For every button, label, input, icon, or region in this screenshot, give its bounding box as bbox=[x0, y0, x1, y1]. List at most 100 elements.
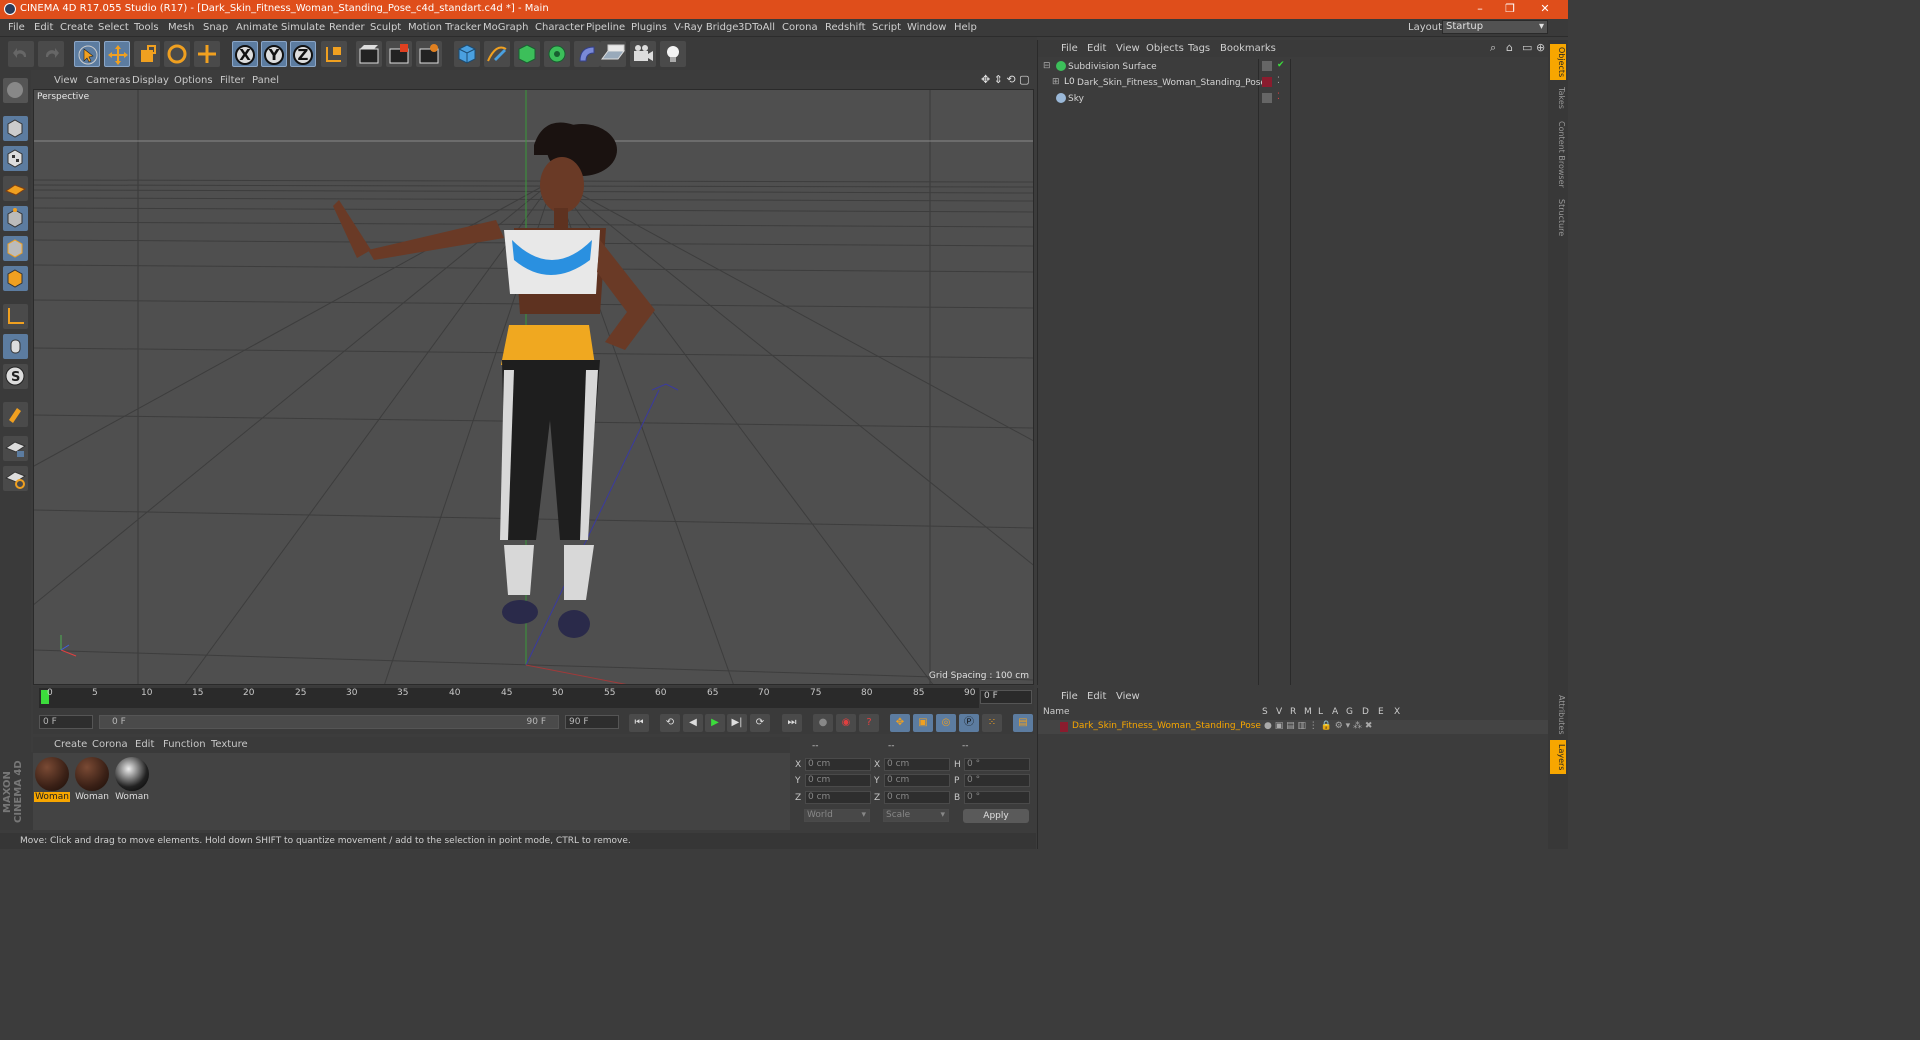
size-z-field[interactable]: 0 cm bbox=[884, 791, 950, 804]
render-settings-icon[interactable] bbox=[416, 41, 442, 67]
object-row[interactable]: ⊞ L0 Dark_Skin_Fitness_Woman_Standing_Po… bbox=[1041, 76, 1548, 92]
restore-button[interactable]: ❐ bbox=[1495, 2, 1525, 16]
menu-select[interactable]: Select bbox=[98, 22, 129, 33]
material-menu-edit[interactable]: Edit bbox=[135, 739, 154, 750]
tab-content-browser[interactable]: Content Browser bbox=[1550, 118, 1566, 190]
size-x-field[interactable]: 0 cm bbox=[884, 758, 950, 771]
home-icon[interactable]: ⌂ bbox=[1506, 41, 1513, 54]
menu-snap[interactable]: Snap bbox=[203, 22, 228, 33]
next-frame-icon[interactable]: ▶| bbox=[727, 714, 747, 732]
search-icon[interactable]: ⌕ bbox=[1490, 41, 1496, 55]
objects-menu-objects[interactable]: Objects bbox=[1146, 43, 1184, 54]
tab-structure[interactable]: Structure bbox=[1550, 196, 1566, 240]
layers-menu-file[interactable]: File bbox=[1061, 691, 1078, 702]
menu-animate[interactable]: Animate bbox=[236, 22, 278, 33]
rotate-tool-icon[interactable] bbox=[164, 41, 190, 67]
goto-start-icon[interactable]: ⏮ bbox=[629, 714, 649, 732]
menu-mesh[interactable]: Mesh bbox=[168, 22, 194, 33]
size-mode-select[interactable]: Scale ▾ bbox=[883, 809, 949, 822]
goto-end-icon[interactable]: ⏭ bbox=[782, 714, 802, 732]
axis-mode-icon[interactable] bbox=[3, 304, 28, 329]
tweak-mode-icon[interactable] bbox=[3, 334, 28, 359]
objects-menu-view[interactable]: View bbox=[1116, 43, 1140, 54]
material-swatch[interactable]: Woman bbox=[74, 756, 110, 804]
x-axis-lock-button[interactable]: X bbox=[232, 41, 258, 67]
enabled-check-icon[interactable]: ✔ bbox=[1277, 60, 1285, 70]
y-axis-lock-button[interactable]: Y bbox=[261, 41, 287, 67]
menu-sculpt[interactable]: Sculpt bbox=[370, 22, 401, 33]
objects-menu-tags[interactable]: Tags bbox=[1188, 43, 1210, 54]
key-rotation-icon[interactable]: ◎ bbox=[936, 714, 956, 732]
tab-layers[interactable]: Layers bbox=[1550, 740, 1566, 774]
magnet-icon[interactable] bbox=[3, 402, 28, 427]
position-z-field[interactable]: 0 cm bbox=[805, 791, 871, 804]
play-icon[interactable]: ▶ bbox=[705, 714, 725, 732]
objects-menu-file[interactable]: File bbox=[1061, 43, 1078, 54]
menu-script[interactable]: Script bbox=[872, 22, 901, 33]
spline-pen-icon[interactable] bbox=[484, 41, 510, 67]
timeline-window-icon[interactable]: ▤ bbox=[1013, 714, 1033, 732]
light-object-icon[interactable] bbox=[660, 41, 686, 67]
undo-icon[interactable] bbox=[8, 41, 34, 67]
layout-select[interactable]: Startup ▾ bbox=[1442, 20, 1548, 34]
transform-tool-icon[interactable] bbox=[194, 41, 220, 67]
menu-plugins[interactable]: Plugins bbox=[631, 22, 667, 33]
render-view-icon[interactable] bbox=[356, 41, 382, 67]
menu-create[interactable]: Create bbox=[60, 22, 93, 33]
menu-redshift[interactable]: Redshift bbox=[825, 22, 866, 33]
floor-object-icon[interactable] bbox=[600, 41, 626, 67]
polygons-mode-icon[interactable] bbox=[3, 266, 28, 291]
close-button[interactable]: ✕ bbox=[1530, 2, 1560, 16]
render-picture-viewer-icon[interactable] bbox=[386, 41, 412, 67]
start-frame-field[interactable]: 0 F bbox=[39, 715, 93, 729]
material-menu-texture[interactable]: Texture bbox=[211, 739, 248, 750]
model-mode-icon[interactable] bbox=[3, 116, 28, 141]
viewport-menu-view[interactable]: View bbox=[54, 75, 78, 86]
next-key-icon[interactable]: ⟳ bbox=[750, 714, 770, 732]
subdivision-surface-icon[interactable] bbox=[514, 41, 540, 67]
key-position-icon[interactable]: ✥ bbox=[890, 714, 910, 732]
layer-color-swatch[interactable] bbox=[1060, 722, 1068, 732]
planar-workplane-icon[interactable] bbox=[3, 466, 28, 491]
lock-workplane-icon[interactable] bbox=[3, 436, 28, 461]
texture-mode-icon[interactable] bbox=[3, 146, 28, 171]
material-menu-create[interactable]: Create bbox=[54, 739, 87, 750]
layers-menu-edit[interactable]: Edit bbox=[1087, 691, 1106, 702]
layer-row[interactable]: Dark_Skin_Fitness_Woman_Standing_Pose ● … bbox=[1038, 720, 1549, 734]
menu-3dtoall[interactable]: 3DToAll bbox=[738, 22, 775, 33]
menu-motion-tracker[interactable]: Motion Tracker bbox=[408, 22, 481, 33]
objects-menu-edit[interactable]: Edit bbox=[1087, 43, 1106, 54]
menu-window[interactable]: Window bbox=[907, 22, 946, 33]
menu-vray-bridge[interactable]: V-Ray Bridge bbox=[674, 22, 738, 33]
select-arrow-icon[interactable] bbox=[74, 41, 100, 67]
viewport-menu-panel[interactable]: Panel bbox=[252, 75, 279, 86]
current-frame-field[interactable]: 0 F bbox=[980, 690, 1032, 704]
menu-simulate[interactable]: Simulate bbox=[281, 22, 325, 33]
menu-tools[interactable]: Tools bbox=[134, 22, 159, 33]
viewport-menu-display[interactable]: Display bbox=[132, 75, 169, 86]
expand-icon[interactable]: ⊞ bbox=[1052, 77, 1060, 87]
edges-mode-icon[interactable] bbox=[3, 236, 28, 261]
rotation-h-field[interactable]: 0 ° bbox=[964, 758, 1030, 771]
menu-help[interactable]: Help bbox=[954, 22, 977, 33]
timeline-ruler[interactable]: 0 5 10 15 20 25 30 35 40 45 50 55 60 65 … bbox=[39, 688, 979, 708]
menu-edit[interactable]: Edit bbox=[34, 22, 53, 33]
redo-icon[interactable] bbox=[38, 41, 64, 67]
viewport-menu-filter[interactable]: Filter bbox=[220, 75, 245, 86]
layer-toggle-icons[interactable]: ● ▣ ▤ ▥ ⋮ 🔒 ⚙ ▾ ⁂ ✖ bbox=[1264, 721, 1372, 731]
key-point-level-icon[interactable]: ⁙ bbox=[982, 714, 1002, 732]
rotation-p-field[interactable]: 0 ° bbox=[964, 774, 1030, 787]
make-editable-icon[interactable] bbox=[3, 78, 28, 103]
viewport-menu-cameras[interactable]: Cameras bbox=[86, 75, 130, 86]
move-tool-icon[interactable] bbox=[104, 41, 130, 67]
objects-menu-bookmarks[interactable]: Bookmarks bbox=[1220, 43, 1276, 54]
menu-corona[interactable]: Corona bbox=[782, 22, 818, 33]
key-scale-icon[interactable]: ▣ bbox=[913, 714, 933, 732]
minimize-button[interactable]: – bbox=[1465, 2, 1495, 16]
apply-button[interactable]: Apply bbox=[963, 809, 1029, 823]
new-view-icon[interactable]: ▭ bbox=[1522, 41, 1532, 54]
scale-tool-icon[interactable] bbox=[134, 41, 160, 67]
expand-icon[interactable]: ⊟ bbox=[1043, 61, 1051, 71]
end-frame-field[interactable]: 90 F bbox=[565, 715, 619, 729]
z-axis-lock-button[interactable]: Z bbox=[290, 41, 316, 67]
